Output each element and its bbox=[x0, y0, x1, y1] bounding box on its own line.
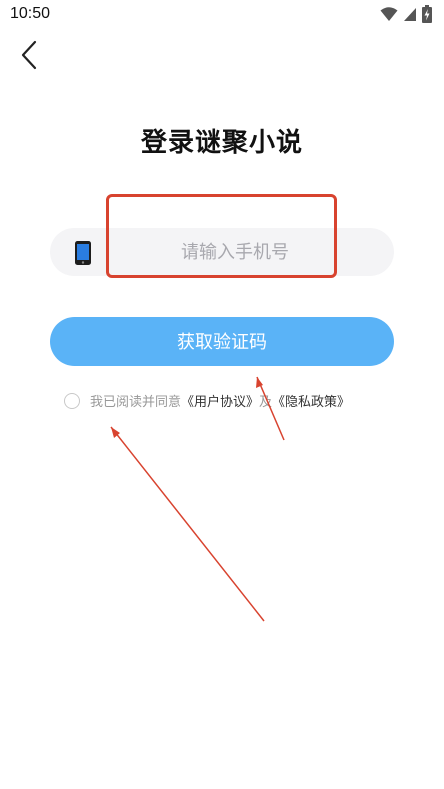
agree-checkbox[interactable] bbox=[64, 392, 80, 409]
smartphone-icon bbox=[74, 240, 92, 270]
page-title: 登录谜聚小说 bbox=[140, 128, 303, 158]
cellular-signal-icon bbox=[403, 6, 417, 26]
agreement-prefix: 我已阅读并同意 bbox=[90, 395, 182, 410]
chevron-left-icon bbox=[20, 40, 38, 74]
status-bar: 10:50 bbox=[0, 0, 444, 30]
agreement-conjunction: 及 bbox=[259, 395, 273, 410]
get-verification-code-button[interactable]: 获取验证码 bbox=[50, 317, 394, 366]
phone-input[interactable] bbox=[110, 228, 360, 276]
user-agreement-link[interactable]: 《用户协议》 bbox=[181, 391, 259, 410]
annotation-arrow bbox=[110, 426, 265, 622]
wifi-icon bbox=[380, 6, 398, 26]
status-icons bbox=[380, 5, 432, 27]
status-time: 10:50 bbox=[10, 5, 51, 22]
phone-field[interactable] bbox=[50, 228, 394, 276]
battery-charging-icon bbox=[422, 5, 432, 27]
back-button[interactable] bbox=[14, 40, 44, 74]
privacy-policy-link[interactable]: 《隐私政策》 bbox=[272, 391, 350, 410]
agreement-row: 我已阅读并同意 《用户协议》 及 《隐私政策》 bbox=[64, 391, 350, 410]
